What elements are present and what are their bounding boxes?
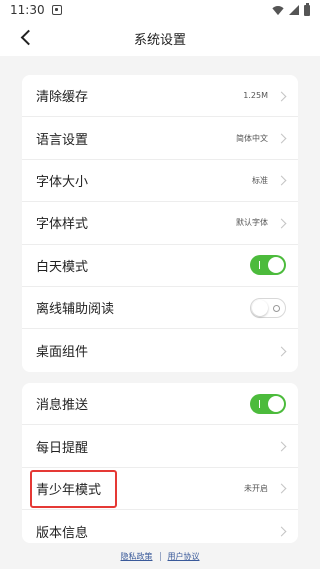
offline-reading-toggle[interactable] — [250, 297, 286, 318]
setting-label: 语言设置 — [36, 132, 89, 148]
chevron-right-icon — [278, 92, 286, 100]
setting-label: 桌面组件 — [36, 345, 89, 361]
settings-card-notifications: 消息推送 每日提醒 青少年模式 未开启 版本信息 — [22, 383, 298, 543]
setting-value: 1.25M — [243, 91, 268, 101]
toggle-knob — [252, 299, 268, 316]
status-bar: 11:30 — [0, 0, 320, 20]
setting-label: 白天模式 — [36, 259, 89, 275]
setting-label: 消息推送 — [36, 398, 89, 414]
setting-label: 字体样式 — [36, 217, 89, 233]
nav-bar: 系统设置 — [0, 20, 320, 56]
setting-label: 版本信息 — [36, 525, 89, 541]
page-title: 系统设置 — [133, 32, 186, 48]
toggle-off-mark — [273, 304, 280, 312]
setting-label: 每日提醒 — [36, 440, 89, 456]
settings-card-general: 清除缓存 1.25M 语言设置 简体中文 字体大小 标准 字体样式 默认字体 白… — [22, 75, 298, 372]
setting-value: 简体中文 — [236, 133, 268, 143]
privacy-policy-link[interactable]: 隐私政策 — [121, 551, 153, 562]
setting-value: 标准 — [252, 175, 268, 185]
chevron-right-icon — [278, 442, 286, 450]
setting-offline-reading: 离线辅助阅读 — [22, 287, 298, 330]
wifi-icon — [272, 6, 284, 15]
setting-label: 字体大小 — [36, 174, 89, 190]
toggle-knob — [268, 395, 284, 412]
setting-label: 青少年模式 — [36, 482, 102, 498]
setting-clear-cache[interactable]: 清除缓存 1.25M — [22, 75, 298, 118]
footer-divider — [159, 551, 161, 561]
setting-push-notifications: 消息推送 — [22, 383, 298, 426]
chevron-right-icon — [278, 347, 286, 355]
status-time: 11:30 — [10, 3, 45, 17]
signal-icon — [289, 5, 299, 15]
chevron-right-icon — [278, 176, 286, 184]
chevron-right-icon — [278, 484, 286, 492]
setting-daily-reminder[interactable]: 每日提醒 — [22, 425, 298, 468]
chevron-right-icon — [278, 219, 286, 227]
chevron-right-icon — [278, 527, 286, 535]
push-notifications-toggle[interactable] — [250, 393, 286, 414]
setting-teen-mode[interactable]: 青少年模式 未开启 — [22, 468, 298, 511]
toggle-knob — [268, 257, 284, 274]
toggle-on-mark — [259, 399, 260, 408]
setting-desktop-widget[interactable]: 桌面组件 — [22, 329, 298, 371]
setting-day-mode: 白天模式 — [22, 245, 298, 287]
day-mode-toggle[interactable] — [250, 255, 286, 276]
back-arrow-icon[interactable] — [20, 30, 34, 44]
user-agreement-link[interactable]: 用户协议 — [168, 551, 200, 562]
setting-value: 未开启 — [244, 483, 268, 493]
setting-font-size[interactable]: 字体大小 标准 — [22, 160, 298, 203]
setting-value: 默认字体 — [236, 218, 268, 228]
notification-icon — [51, 5, 62, 15]
setting-label: 离线辅助阅读 — [36, 302, 115, 318]
setting-label: 清除缓存 — [36, 90, 89, 106]
toggle-on-mark — [259, 261, 260, 270]
battery-icon — [304, 2, 310, 16]
chevron-right-icon — [278, 134, 286, 142]
settings-screen: 11:30 系统设置 清除缓存 1.25M 语言设置 简体中文 字体大小 标准 — [0, 0, 320, 569]
status-icons — [272, 2, 310, 16]
footer-links: 隐私政策 用户协议 — [0, 549, 320, 563]
setting-font-style[interactable]: 字体样式 默认字体 — [22, 202, 298, 245]
setting-language[interactable]: 语言设置 简体中文 — [22, 117, 298, 160]
setting-version-info[interactable]: 版本信息 — [22, 510, 298, 543]
